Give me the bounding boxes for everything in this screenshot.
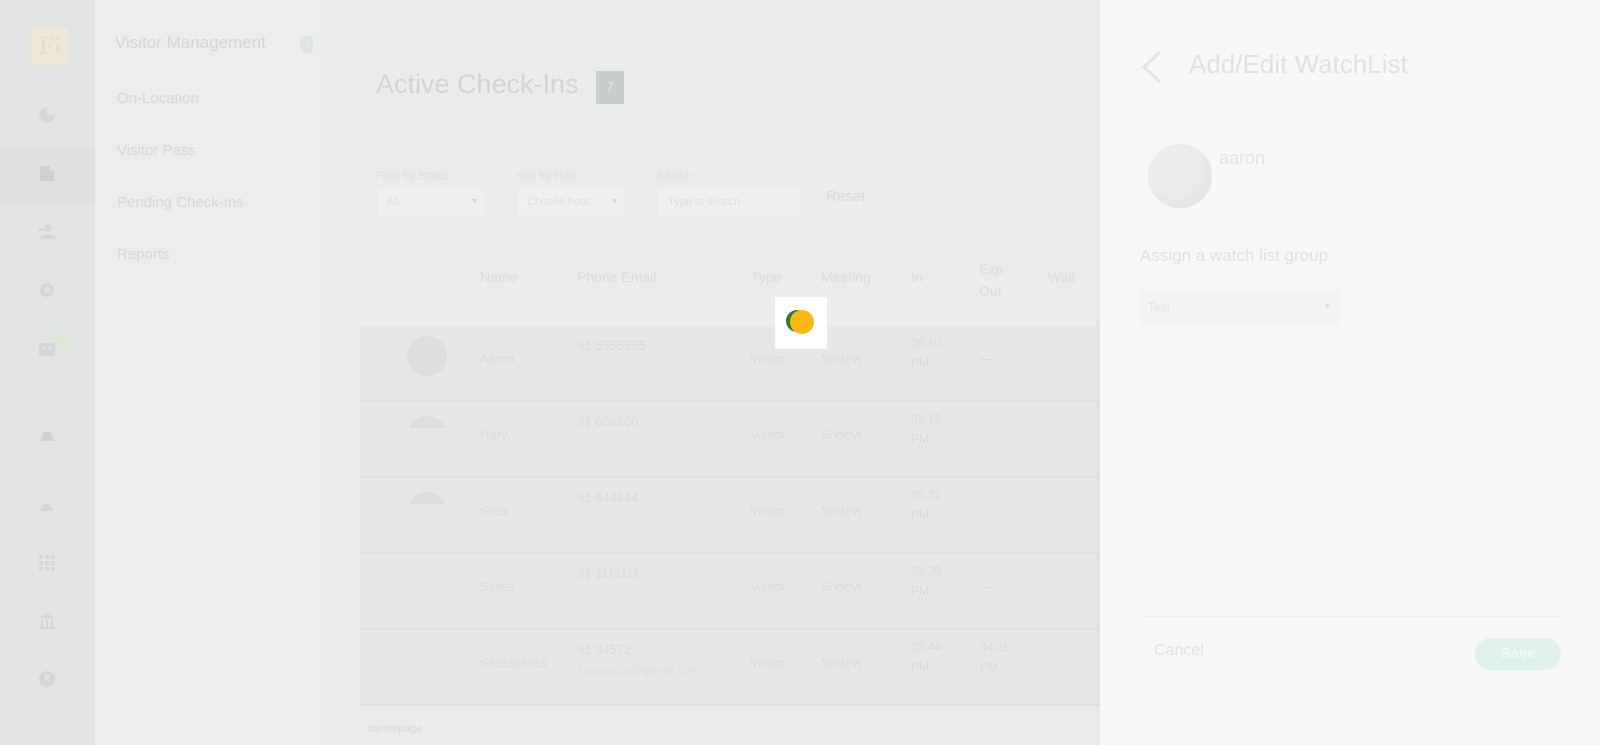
- row-type: Visitor: [750, 427, 786, 442]
- row-name: Aaron: [480, 351, 515, 366]
- apps-icon[interactable]: [36, 552, 58, 574]
- row-in-time: 06:12 PM: [911, 412, 942, 446]
- divider: [1142, 616, 1562, 617]
- back-arrow-icon[interactable]: [1138, 49, 1168, 85]
- nav-item-reports[interactable]: Reports: [117, 246, 170, 263]
- avatar: [407, 492, 447, 504]
- table-row[interactable]: Sssss 91 1111111 — Visitor Sridevi 05:30…: [360, 554, 1100, 630]
- row-name: Hary: [480, 427, 508, 442]
- bell-icon[interactable]: [36, 494, 58, 516]
- table-row[interactable]: Srea 91 444444 — Visitor Sridevi 05:32 P…: [360, 478, 1100, 554]
- settings-icon[interactable]: [36, 279, 58, 301]
- spinner-yellow-dot: [790, 310, 814, 334]
- row-in-time: 02:44 PM: [911, 640, 942, 674]
- host-select[interactable]: Choose host ▼: [516, 187, 626, 217]
- chevron-down-icon: ▼: [1323, 301, 1332, 311]
- row-type: Visitor: [750, 503, 786, 518]
- avatar: [1148, 144, 1212, 208]
- row-meeting: Sridevi: [821, 351, 861, 366]
- col-header-meeting[interactable]: Meeting: [821, 266, 871, 288]
- row-exp-out: 04:15 PM: [980, 640, 1011, 674]
- row-exp-out: —: [980, 579, 993, 594]
- col-header-exp-out[interactable]: Exp Out: [979, 258, 1015, 302]
- chevron-down-icon: ▼: [470, 196, 479, 206]
- table-row[interactable]: Ssssssssss 91 34572 ssssssss@gmail.com V…: [360, 630, 1100, 706]
- notification-badge: [54, 332, 70, 348]
- account-icon[interactable]: [36, 668, 58, 690]
- row-email: —: [577, 586, 590, 601]
- checkin-count-badge: 7: [596, 71, 624, 104]
- row-email: —: [577, 434, 590, 449]
- row-meeting: Sridevi: [821, 427, 861, 442]
- status-select[interactable]: All ▼: [376, 187, 486, 217]
- row-type: Visitor: [750, 351, 786, 366]
- loading-spinner: [775, 297, 827, 349]
- nav-item-on-location[interactable]: On-Location: [117, 90, 199, 107]
- row-email[interactable]: ssssssss@gmail.com: [577, 662, 701, 677]
- row-meeting: Sridevi: [821, 503, 861, 518]
- host-filter-label: Sort by Host: [516, 170, 577, 182]
- row-type: Visitor: [750, 655, 786, 670]
- status-filter: Filter by Status All ▼: [376, 170, 486, 217]
- col-header-type[interactable]: Type: [751, 266, 781, 288]
- row-in-time: 05:32 PM: [911, 488, 942, 522]
- col-header-name[interactable]: Name: [480, 266, 517, 288]
- add-user-icon[interactable]: [36, 220, 58, 242]
- col-header-wait[interactable]: Wait: [1048, 266, 1075, 288]
- row-name: Sssss: [480, 579, 515, 594]
- search-input[interactable]: Type to search: [657, 187, 802, 217]
- row-meeting: Sridevi: [821, 579, 861, 594]
- icon-rail: Fi: [0, 0, 95, 745]
- row-name: Srea: [480, 503, 508, 518]
- host-filter: Sort by Host Choose host ▼: [516, 170, 626, 217]
- alarm-icon[interactable]: [36, 422, 58, 444]
- bank-icon[interactable]: [36, 610, 58, 632]
- col-header-in[interactable]: In: [911, 266, 923, 288]
- row-email: —: [577, 358, 590, 373]
- avatar: [407, 416, 447, 428]
- cancel-button[interactable]: Cancel: [1154, 642, 1204, 660]
- row-exp-out: —: [980, 351, 993, 366]
- nav-item-visitor-pass[interactable]: Visitor Pass: [117, 142, 196, 159]
- assign-group-label: Assign a watch list group: [1140, 246, 1329, 265]
- row-phone: 91 1111111: [577, 566, 640, 581]
- watchlist-group-select[interactable]: Test ▼: [1140, 290, 1340, 325]
- row-in-time: 06:10 PM: [911, 336, 942, 370]
- secondary-nav: Visitor Management ‹ On-Location Visitor…: [95, 0, 317, 745]
- row-meeting: Sridevi: [821, 655, 861, 670]
- row-email: —: [577, 510, 590, 525]
- row-phone: 91 5555555: [577, 338, 646, 353]
- search-filter: Search Type to search: [657, 170, 802, 217]
- person-name: aaron: [1219, 148, 1266, 168]
- row-phone: 91 34572: [577, 642, 632, 657]
- nav-section-title: Visitor Management: [115, 33, 266, 52]
- row-phone: 91 666666: [577, 414, 639, 429]
- row-phone: 91 444444: [577, 490, 639, 505]
- avatar: [407, 336, 447, 376]
- table-row[interactable]: Aaron 91 5555555 — Visitor Sridevi 06:10…: [360, 326, 1100, 402]
- watchlist-drawer: Add/Edit WatchList aaron Assign a watch …: [1100, 0, 1600, 745]
- items-per-page-label: Items/page: [368, 723, 423, 735]
- col-header-phone-email[interactable]: Phone Email: [577, 266, 656, 288]
- row-in-time: 05:30 PM: [911, 564, 942, 598]
- visitor-icon[interactable]: [36, 162, 58, 184]
- nav-item-pending-check-ins[interactable]: Pending Check-Ins: [117, 194, 244, 211]
- row-type: Visitor: [750, 579, 786, 594]
- row-name: Ssssssssss: [480, 655, 548, 670]
- app-logo[interactable]: Fi: [30, 26, 70, 66]
- search-label: Search: [657, 170, 692, 182]
- dashboard-icon[interactable]: [36, 104, 58, 126]
- reset-button[interactable]: Reset: [826, 188, 865, 205]
- status-filter-label: Filter by Status: [376, 170, 450, 182]
- save-button[interactable]: Save: [1475, 638, 1561, 670]
- drawer-title: Add/Edit WatchList: [1189, 49, 1408, 79]
- page-title: Active Check-Ins: [376, 69, 579, 99]
- main-content: Active Check-Ins 7 Filter by Status All …: [313, 0, 1100, 745]
- chevron-down-icon: ▼: [610, 196, 619, 206]
- table-row[interactable]: Hary 91 666666 — Visitor Sridevi 06:12 P…: [360, 402, 1100, 478]
